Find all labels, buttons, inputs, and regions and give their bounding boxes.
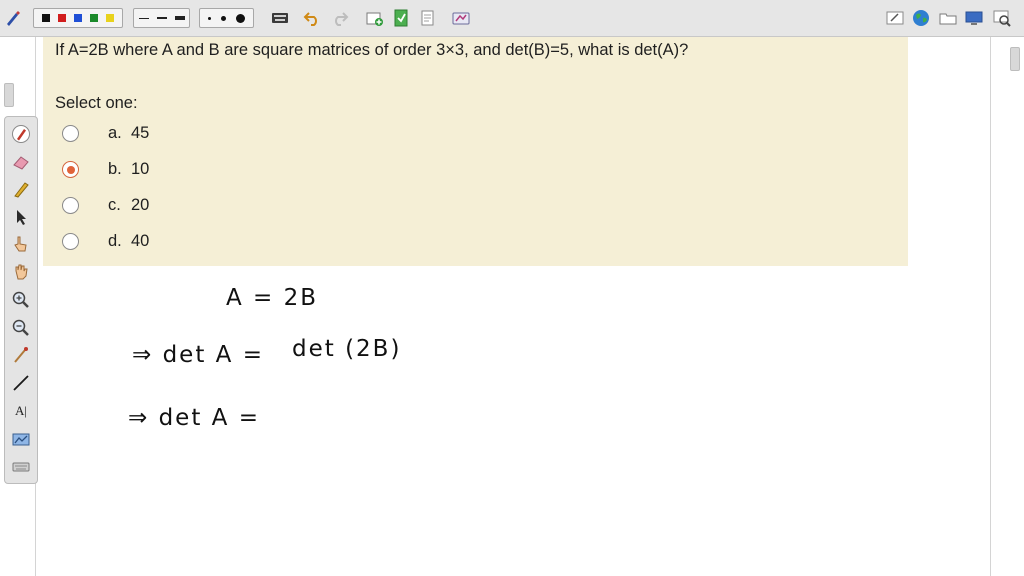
folder-icon[interactable] [939,9,957,27]
left-scroll-handle[interactable] [4,83,14,107]
radio-selected-dot [66,165,75,174]
color-swatch-green[interactable] [90,14,98,22]
radio-option-c[interactable] [62,197,79,214]
hand-icon[interactable] [12,263,30,281]
keyboard-icon[interactable] [271,9,289,27]
option-a[interactable]: a. 45 [43,121,343,147]
radio-option-d[interactable] [62,233,79,250]
point-size-medium[interactable] [221,15,226,21]
line-tool-icon[interactable] [12,346,30,364]
color-swatch-black[interactable] [42,14,50,22]
hand-pointer-icon[interactable] [12,235,30,253]
color-swatch-yellow[interactable] [106,14,114,22]
straight-line-icon[interactable] [12,374,30,392]
whiteboard-icon[interactable] [886,9,904,27]
handwriting-line-1: A = 2B [226,285,319,311]
color-swatch-blue[interactable] [74,14,82,22]
line-width-thick[interactable] [174,16,185,20]
option-letter: c. [108,196,121,214]
undo-icon[interactable] [303,9,321,27]
globe-icon[interactable] [912,9,930,27]
handwriting-line-2-rhs: det (2B) [292,336,402,362]
redo-icon[interactable] [331,9,349,27]
zoom-in-icon[interactable] [12,291,30,309]
point-size-selector [199,8,254,28]
new-page-icon[interactable] [365,9,383,27]
question-card: If A=2B where A and B are square matrice… [43,37,908,266]
option-letter: a. [108,124,122,142]
whiteboard-app: A| If A=2B where A and B are square matr… [0,0,1024,576]
option-letter: b. [108,160,122,178]
eraser-icon[interactable] [12,153,30,171]
option-b[interactable]: b. 10 [43,157,343,183]
display-icon[interactable] [965,9,983,27]
color-swatch-red[interactable] [58,14,66,22]
handwriting-line-3-prefix: ⇒ det A = [128,405,260,431]
handwriting-line-2-prefix: ⇒ det A = [132,342,264,368]
radio-option-b[interactable] [62,161,79,178]
option-letter: d. [108,232,122,250]
question-text: If A=2B where A and B are square matrice… [55,41,689,59]
option-value: 20 [131,196,150,214]
keyboard-icon[interactable] [12,457,30,475]
screen-capture-icon[interactable] [452,9,470,27]
line-width-selector [133,8,190,28]
point-size-small[interactable] [208,16,211,20]
option-c[interactable]: c. 20 [43,193,343,219]
tool-palette: A| [4,116,38,484]
color-palette [33,8,123,28]
magnifier-icon[interactable] [993,9,1011,27]
pen-icon[interactable] [12,125,30,143]
pointer-icon[interactable] [12,208,30,226]
screen-capture-tool-icon[interactable] [12,430,30,448]
highlighter-icon[interactable] [12,180,30,198]
option-d[interactable]: d. 40 [43,229,343,255]
select-one-label: Select one: [55,94,138,112]
radio-option-a[interactable] [62,125,79,142]
line-width-medium[interactable] [156,17,167,19]
insert-page-icon[interactable] [392,9,410,27]
option-value: 45 [131,124,150,142]
option-value: 40 [131,232,150,250]
text-tool-icon[interactable]: A| [12,402,30,420]
line-width-thin[interactable] [138,17,149,19]
point-size-large[interactable] [236,13,245,23]
page-icon[interactable] [418,9,436,27]
zoom-out-icon[interactable] [12,319,30,337]
pen-settings-icon[interactable] [4,9,22,27]
option-value: 10 [131,160,150,178]
top-toolbar [0,0,1024,37]
right-panel [990,37,1024,576]
right-scroll-handle[interactable] [1010,47,1020,71]
